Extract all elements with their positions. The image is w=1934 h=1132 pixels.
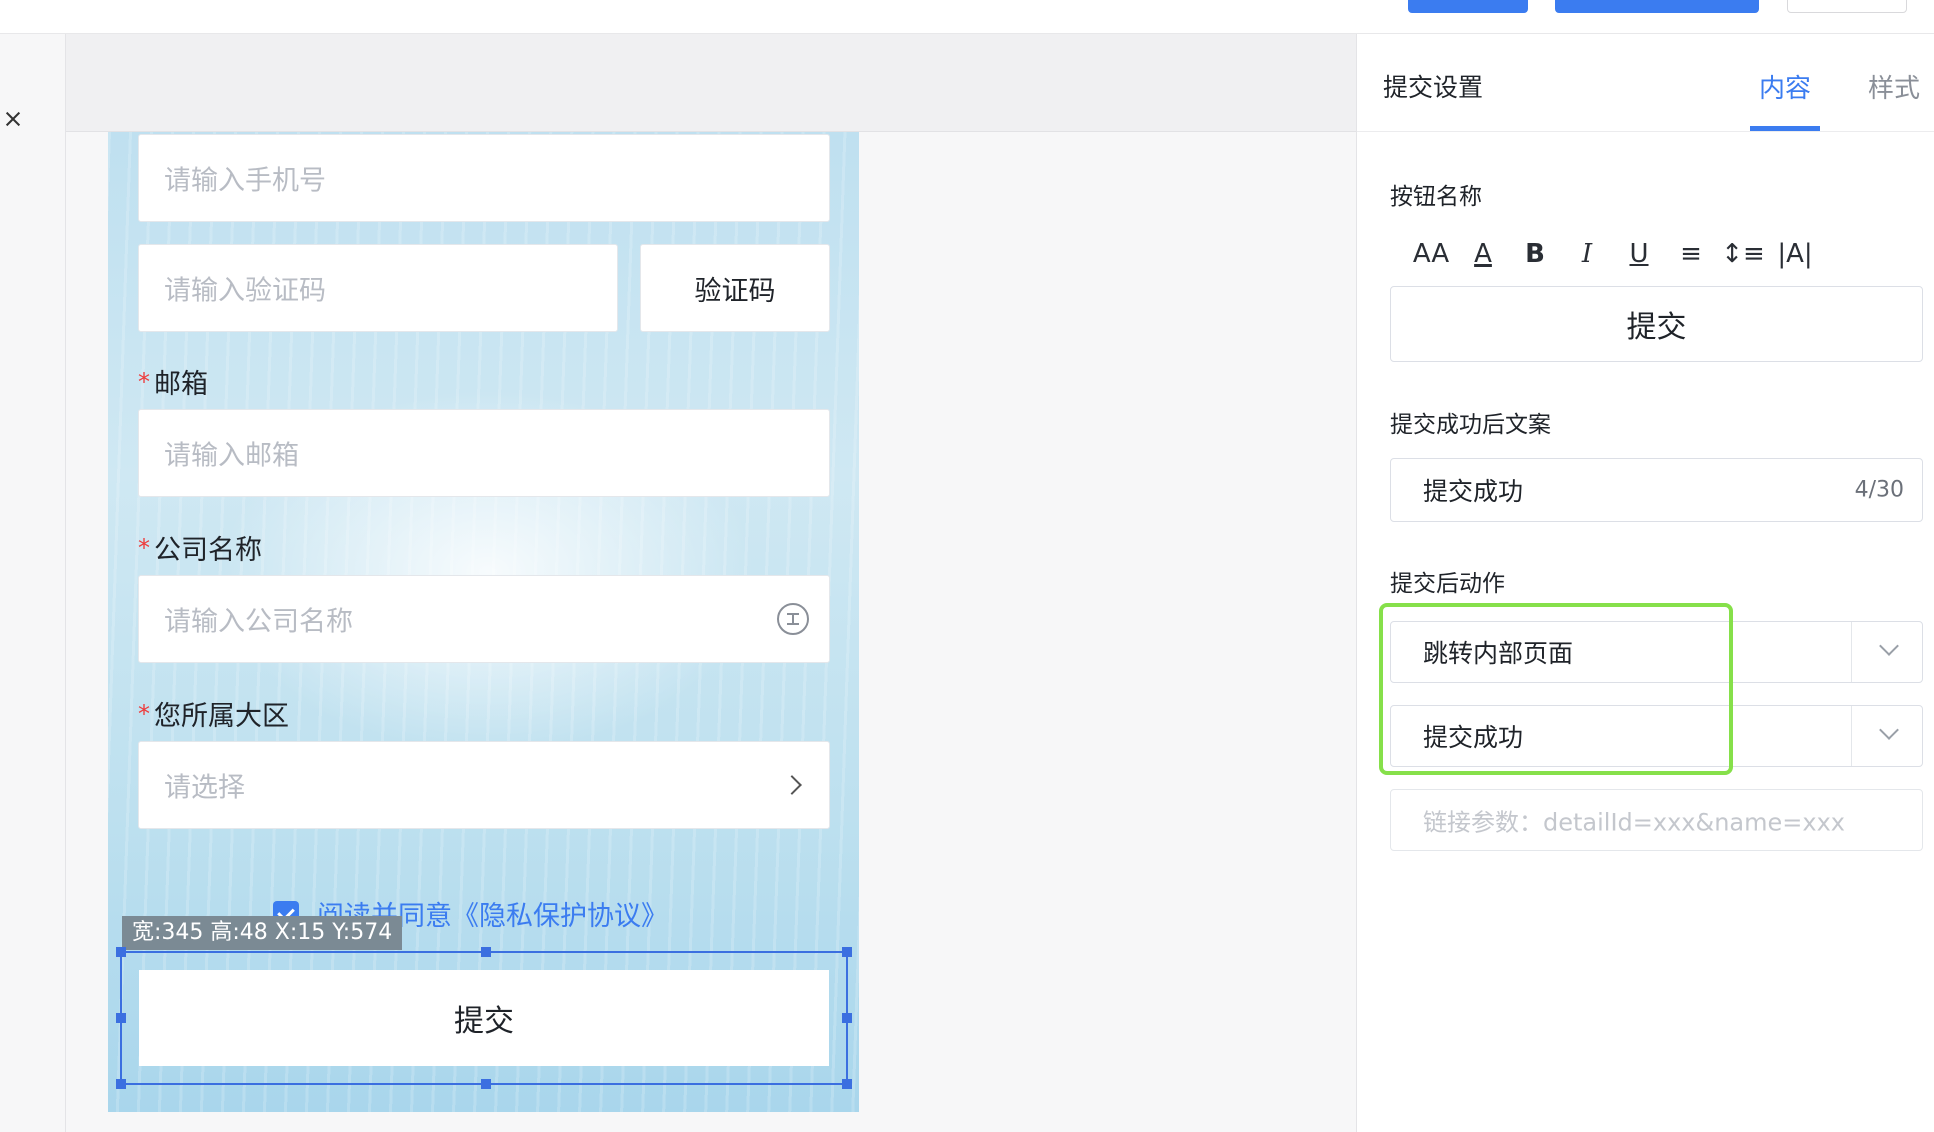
resize-handle[interactable] — [842, 1013, 852, 1023]
after-action-label: 提交后动作 — [1390, 571, 1505, 597]
bold-icon[interactable]: B — [1509, 234, 1561, 274]
chevron-down-icon[interactable] — [1879, 720, 1899, 740]
top-primary-button[interactable] — [1408, 0, 1528, 13]
required-mark: * — [138, 700, 150, 728]
success-text-value: 提交成功 — [1423, 477, 1524, 506]
email-input[interactable]: 请输入邮箱 — [138, 409, 830, 497]
link-params-placeholder: 链接参数：detailId=xxx&name=xxx — [1423, 808, 1845, 837]
company-placeholder: 请输入公司名称 — [164, 606, 353, 638]
button-name-value: 提交 — [1626, 310, 1687, 345]
get-code-button[interactable]: 验证码 — [640, 244, 830, 332]
select-divider — [1851, 622, 1852, 682]
resize-handle[interactable] — [481, 947, 491, 957]
button-name-input[interactable]: 提交 — [1390, 286, 1923, 362]
submit-button-preview[interactable]: 提交 — [139, 970, 829, 1066]
email-placeholder: 请输入邮箱 — [164, 440, 299, 472]
left-sidebar — [0, 34, 66, 1132]
action-type-select[interactable]: 跳转内部页面 — [1390, 621, 1923, 683]
region-label-text: 您所属大区 — [154, 701, 289, 732]
settings-panel: 提交设置 内容 样式 按钮名称 AA A B I U ≡ ↕≡ |A| 提交 提… — [1356, 34, 1934, 1132]
italic-icon[interactable]: I — [1561, 234, 1613, 274]
close-icon[interactable] — [2, 108, 24, 130]
email-label-text: 邮箱 — [154, 369, 208, 400]
char-counter: 4/30 — [1854, 477, 1904, 503]
text-format-toolbar: AA A B I U ≡ ↕≡ |A| — [1405, 234, 1821, 274]
button-name-label: 按钮名称 — [1390, 184, 1482, 210]
select-divider — [1851, 706, 1852, 766]
text-input-icon[interactable] — [777, 603, 809, 635]
resize-handle[interactable] — [116, 947, 126, 957]
tab-style[interactable]: 样式 — [1868, 68, 1920, 105]
region-label: * 您所属大区 — [138, 694, 289, 733]
code-input[interactable]: 请输入验证码 — [138, 244, 618, 332]
canvas-header — [66, 34, 1356, 132]
success-text-label: 提交成功后文案 — [1390, 412, 1551, 438]
line-height-icon[interactable]: ↕≡ — [1717, 234, 1769, 274]
link-params-input[interactable]: 链接参数：detailId=xxx&name=xxx — [1390, 789, 1923, 851]
region-placeholder: 请选择 — [164, 772, 245, 804]
company-input[interactable]: 请输入公司名称 — [138, 575, 830, 663]
align-center-icon[interactable]: ≡ — [1665, 234, 1717, 274]
required-mark: * — [138, 368, 150, 396]
success-text-input[interactable]: 提交成功 4/30 — [1390, 458, 1923, 522]
top-secondary-button[interactable] — [1787, 0, 1907, 13]
resize-handle[interactable] — [842, 1079, 852, 1089]
region-select[interactable]: 请选择 — [138, 741, 830, 829]
phone-input[interactable]: 请输入手机号 — [138, 134, 830, 222]
resize-handle[interactable] — [842, 947, 852, 957]
active-tab-indicator — [1750, 126, 1820, 131]
company-label-text: 公司名称 — [154, 535, 262, 566]
selection-size-badge: 宽:345 高:48 X:15 Y:574 — [122, 916, 403, 950]
panel-header: 提交设置 内容 样式 — [1357, 34, 1934, 132]
chevron-down-icon[interactable] — [1879, 636, 1899, 656]
panel-title: 提交设置 — [1383, 73, 1484, 102]
target-page-select[interactable]: 提交成功 — [1390, 705, 1923, 767]
action-type-value: 跳转内部页面 — [1423, 639, 1574, 668]
phone-placeholder: 请输入手机号 — [164, 165, 326, 197]
top-publish-button[interactable] — [1555, 0, 1759, 13]
email-label: * 邮箱 — [138, 362, 208, 401]
resize-handle[interactable] — [116, 1013, 126, 1023]
tab-content[interactable]: 内容 — [1759, 68, 1811, 105]
chevron-right-icon — [782, 775, 802, 795]
resize-handle[interactable] — [481, 1079, 491, 1089]
underline-icon[interactable]: U — [1613, 234, 1665, 274]
code-placeholder: 请输入验证码 — [164, 275, 326, 307]
font-size-icon[interactable]: AA — [1405, 234, 1457, 274]
top-bar — [0, 0, 1934, 34]
font-color-icon[interactable]: A — [1457, 234, 1509, 274]
target-page-value: 提交成功 — [1423, 723, 1524, 752]
letter-spacing-icon[interactable]: |A| — [1769, 234, 1821, 274]
required-mark: * — [138, 534, 150, 562]
resize-handle[interactable] — [116, 1079, 126, 1089]
company-label: * 公司名称 — [138, 528, 262, 567]
